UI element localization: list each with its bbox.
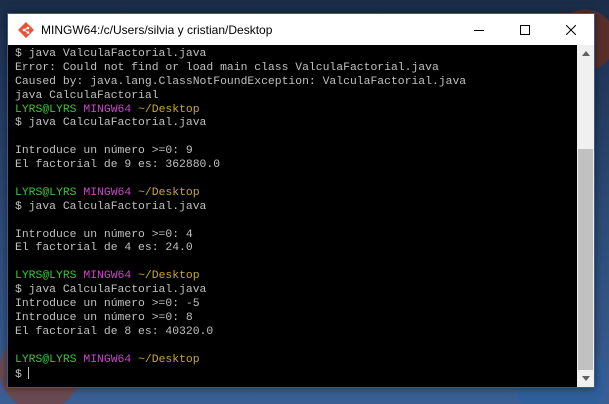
terminal-line: java CalculaFactorial	[15, 90, 577, 104]
scroll-down-button[interactable]	[577, 370, 594, 387]
prompt-magenta-text: MINGW64	[83, 270, 132, 283]
terminal-output[interactable]: $ java ValculaFactorial.java Error: Could…	[8, 45, 577, 387]
terminal-window[interactable]: MINGW64:/c/Users/silvia y cristian/Deskt…	[7, 13, 595, 388]
terminal-line: El factorial de 4 es: 24.0	[15, 242, 577, 256]
line-text: El factorial de 9 es: 362880.0	[15, 159, 221, 172]
title-bar[interactable]: MINGW64:/c/Users/silvia y cristian/Deskt…	[8, 14, 594, 45]
terminal-line: El factorial de 9 es: 362880.0	[15, 159, 577, 173]
prompt-green-text: LYRS@LYRS	[15, 270, 77, 283]
terminal-line: $ java ValculaFactorial.java	[15, 48, 577, 62]
scrollbar-thumb[interactable]	[578, 149, 593, 370]
terminal-line: LYRS@LYRS MINGW64 ~/Desktop	[15, 104, 577, 118]
scroll-up-arrow-icon	[581, 51, 590, 56]
close-icon	[566, 24, 576, 35]
maximize-icon	[520, 24, 530, 35]
prompt-symbol: $	[15, 369, 22, 382]
scroll-down-arrow-icon	[581, 376, 590, 381]
line-text: $ java CalculaFactorial.java	[15, 117, 207, 130]
terminal-line: Introduce un número >=0: 4	[15, 229, 577, 243]
prompt-yellow-text: ~/Desktop	[138, 353, 200, 366]
terminal-line: Introduce un número >=0: -5	[15, 298, 577, 312]
terminal-line: Introduce un número >=0: 8	[15, 312, 577, 326]
line-text: Error: Could not find or load main class…	[15, 61, 439, 74]
prompt-yellow-text: ~/Desktop	[138, 186, 200, 199]
terminal-line: Error: Could not find or load main class…	[15, 62, 577, 76]
prompt-yellow-text: ~/Desktop	[138, 270, 200, 283]
line-text: Introduce un número >=0: 4	[15, 228, 193, 241]
line-text: java CalculaFactorial	[15, 89, 159, 102]
window-title: MINGW64:/c/Users/silvia y cristian/Deskt…	[41, 22, 273, 37]
line-text: El factorial de 4 es: 24.0	[15, 242, 193, 255]
prompt-green-text: LYRS@LYRS	[15, 353, 77, 366]
prompt-magenta-text: MINGW64	[83, 353, 132, 366]
line-text: $ java ValculaFactorial.java	[15, 48, 207, 60]
prompt-magenta-text: MINGW64	[83, 186, 132, 199]
window-controls	[456, 14, 594, 45]
prompt-yellow-text: ~/Desktop	[138, 103, 200, 116]
minimize-icon	[474, 29, 484, 31]
terminal-line: LYRS@LYRS MINGW64 ~/Desktop	[15, 270, 577, 284]
close-button[interactable]	[548, 14, 594, 45]
terminal-line: LYRS@LYRS MINGW64 ~/Desktop	[15, 354, 577, 368]
scroll-up-button[interactable]	[577, 45, 594, 62]
terminal-line: El factorial de 8 es: 40320.0	[15, 326, 577, 340]
vertical-scrollbar[interactable]	[577, 45, 594, 387]
minimize-button[interactable]	[456, 14, 502, 45]
terminal-line: $ java CalculaFactorial.java	[15, 117, 577, 131]
line-text: Introduce un número >=0: -5	[15, 298, 200, 311]
terminal-line: Introduce un número >=0: 9	[15, 145, 577, 159]
terminal-line: LYRS@LYRS MINGW64 ~/Desktop	[15, 187, 577, 201]
line-text: $ java CalculaFactorial.java	[15, 200, 207, 213]
line-text: $ java CalculaFactorial.java	[15, 284, 207, 297]
terminal-line: $ java CalculaFactorial.java	[15, 201, 577, 215]
terminal-line: Caused by: java.lang.ClassNotFoundExcept…	[15, 76, 577, 90]
maximize-button[interactable]	[502, 14, 548, 45]
line-text: Introduce un número >=0: 9	[15, 145, 193, 158]
git-bash-icon	[18, 21, 34, 38]
current-prompt-line[interactable]: $	[15, 367, 577, 381]
prompt-green-text: LYRS@LYRS	[15, 103, 77, 116]
prompt-magenta-text: MINGW64	[83, 103, 132, 116]
text-cursor	[27, 367, 29, 380]
terminal-line: $ java CalculaFactorial.java	[15, 284, 577, 298]
line-text: Caused by: java.lang.ClassNotFoundExcept…	[15, 75, 467, 88]
line-text: El factorial de 8 es: 40320.0	[15, 325, 214, 338]
line-text: Introduce un número >=0: 8	[15, 311, 193, 324]
prompt-green-text: LYRS@LYRS	[15, 186, 77, 199]
